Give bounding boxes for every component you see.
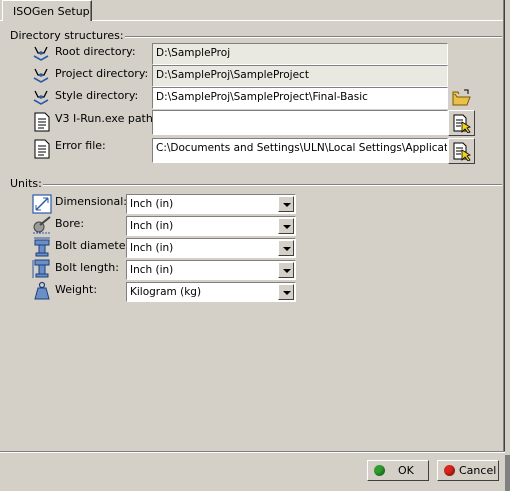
weight-select[interactable]: Kilogram (kg) [126,282,296,302]
root-directory-label: Root directory: [55,45,136,58]
open-folder-icon [452,89,471,106]
tab-isogen-setup[interactable]: ISOGen Setup [2,0,92,21]
cancel-button[interactable]: Cancel [437,460,499,481]
v3-irun-path-label: V3 I-Run.exe path: [55,112,157,125]
bolt-length-select[interactable]: Inch (in) [126,260,296,280]
bore-label: Bore: [55,217,85,230]
style-directory-label: Style directory: [55,89,139,102]
bore-icon [33,216,51,234]
weight-icon [34,281,50,300]
bolt-length-label: Bolt length: [55,261,119,274]
bolt-diameter-icon [34,237,50,257]
chevron-down-icon[interactable] [278,262,294,278]
weight-label: Weight: [55,283,98,296]
error-file-label: Error file: [55,139,106,152]
dimensional-label: Dimensional: [55,195,127,208]
browse-folder-button[interactable] [448,86,475,110]
project-directory-label: Project directory: [55,67,149,80]
style-directory-icon [33,90,49,105]
bolt-length-icon [32,259,50,278]
browse-error-file-button[interactable] [448,138,475,164]
directory-group-line [58,36,502,38]
root-directory-field[interactable]: D:\SampleProj [152,43,448,65]
directory-group-title: Directory structures: [9,29,125,42]
error-file-document-icon [34,139,50,159]
dimensional-select[interactable]: Inch (in) [126,194,296,214]
browse-file-icon [453,142,471,161]
chevron-down-icon[interactable] [278,218,294,234]
browse-irun-button[interactable] [448,110,475,136]
bolt-diameter-select[interactable]: Inch (in) [126,238,296,258]
units-group-title: Units: [9,177,43,190]
dimension-icon [32,194,52,214]
units-group-line [40,184,502,186]
chevron-down-icon[interactable] [278,196,294,212]
root-directory-icon [33,46,49,61]
bore-select[interactable]: Inch (in) [126,216,296,236]
panel-bottom-highlight [0,452,505,453]
ok-button[interactable]: OK [367,460,429,481]
document-icon [34,112,50,132]
bolt-diameter-label: Bolt diameter: [55,239,134,252]
project-directory-field[interactable]: D:\SampleProj\SampleProject [152,65,448,87]
panel-edge-shadow [504,0,505,452]
v3-irun-path-field[interactable] [152,110,448,135]
chevron-down-icon[interactable] [278,284,294,300]
tab-label: ISOGen Setup [13,5,90,18]
error-file-field[interactable]: C:\Documents and Settings\ULN\Local Sett… [152,138,448,163]
style-directory-field[interactable]: D:\SampleProj\SampleProject\Final-Basic [152,87,448,109]
chevron-down-icon[interactable] [278,240,294,256]
ok-icon [374,465,385,476]
cancel-icon [444,465,455,476]
window-edge [505,455,510,491]
browse-file-icon [453,114,471,133]
project-directory-icon [33,68,49,83]
